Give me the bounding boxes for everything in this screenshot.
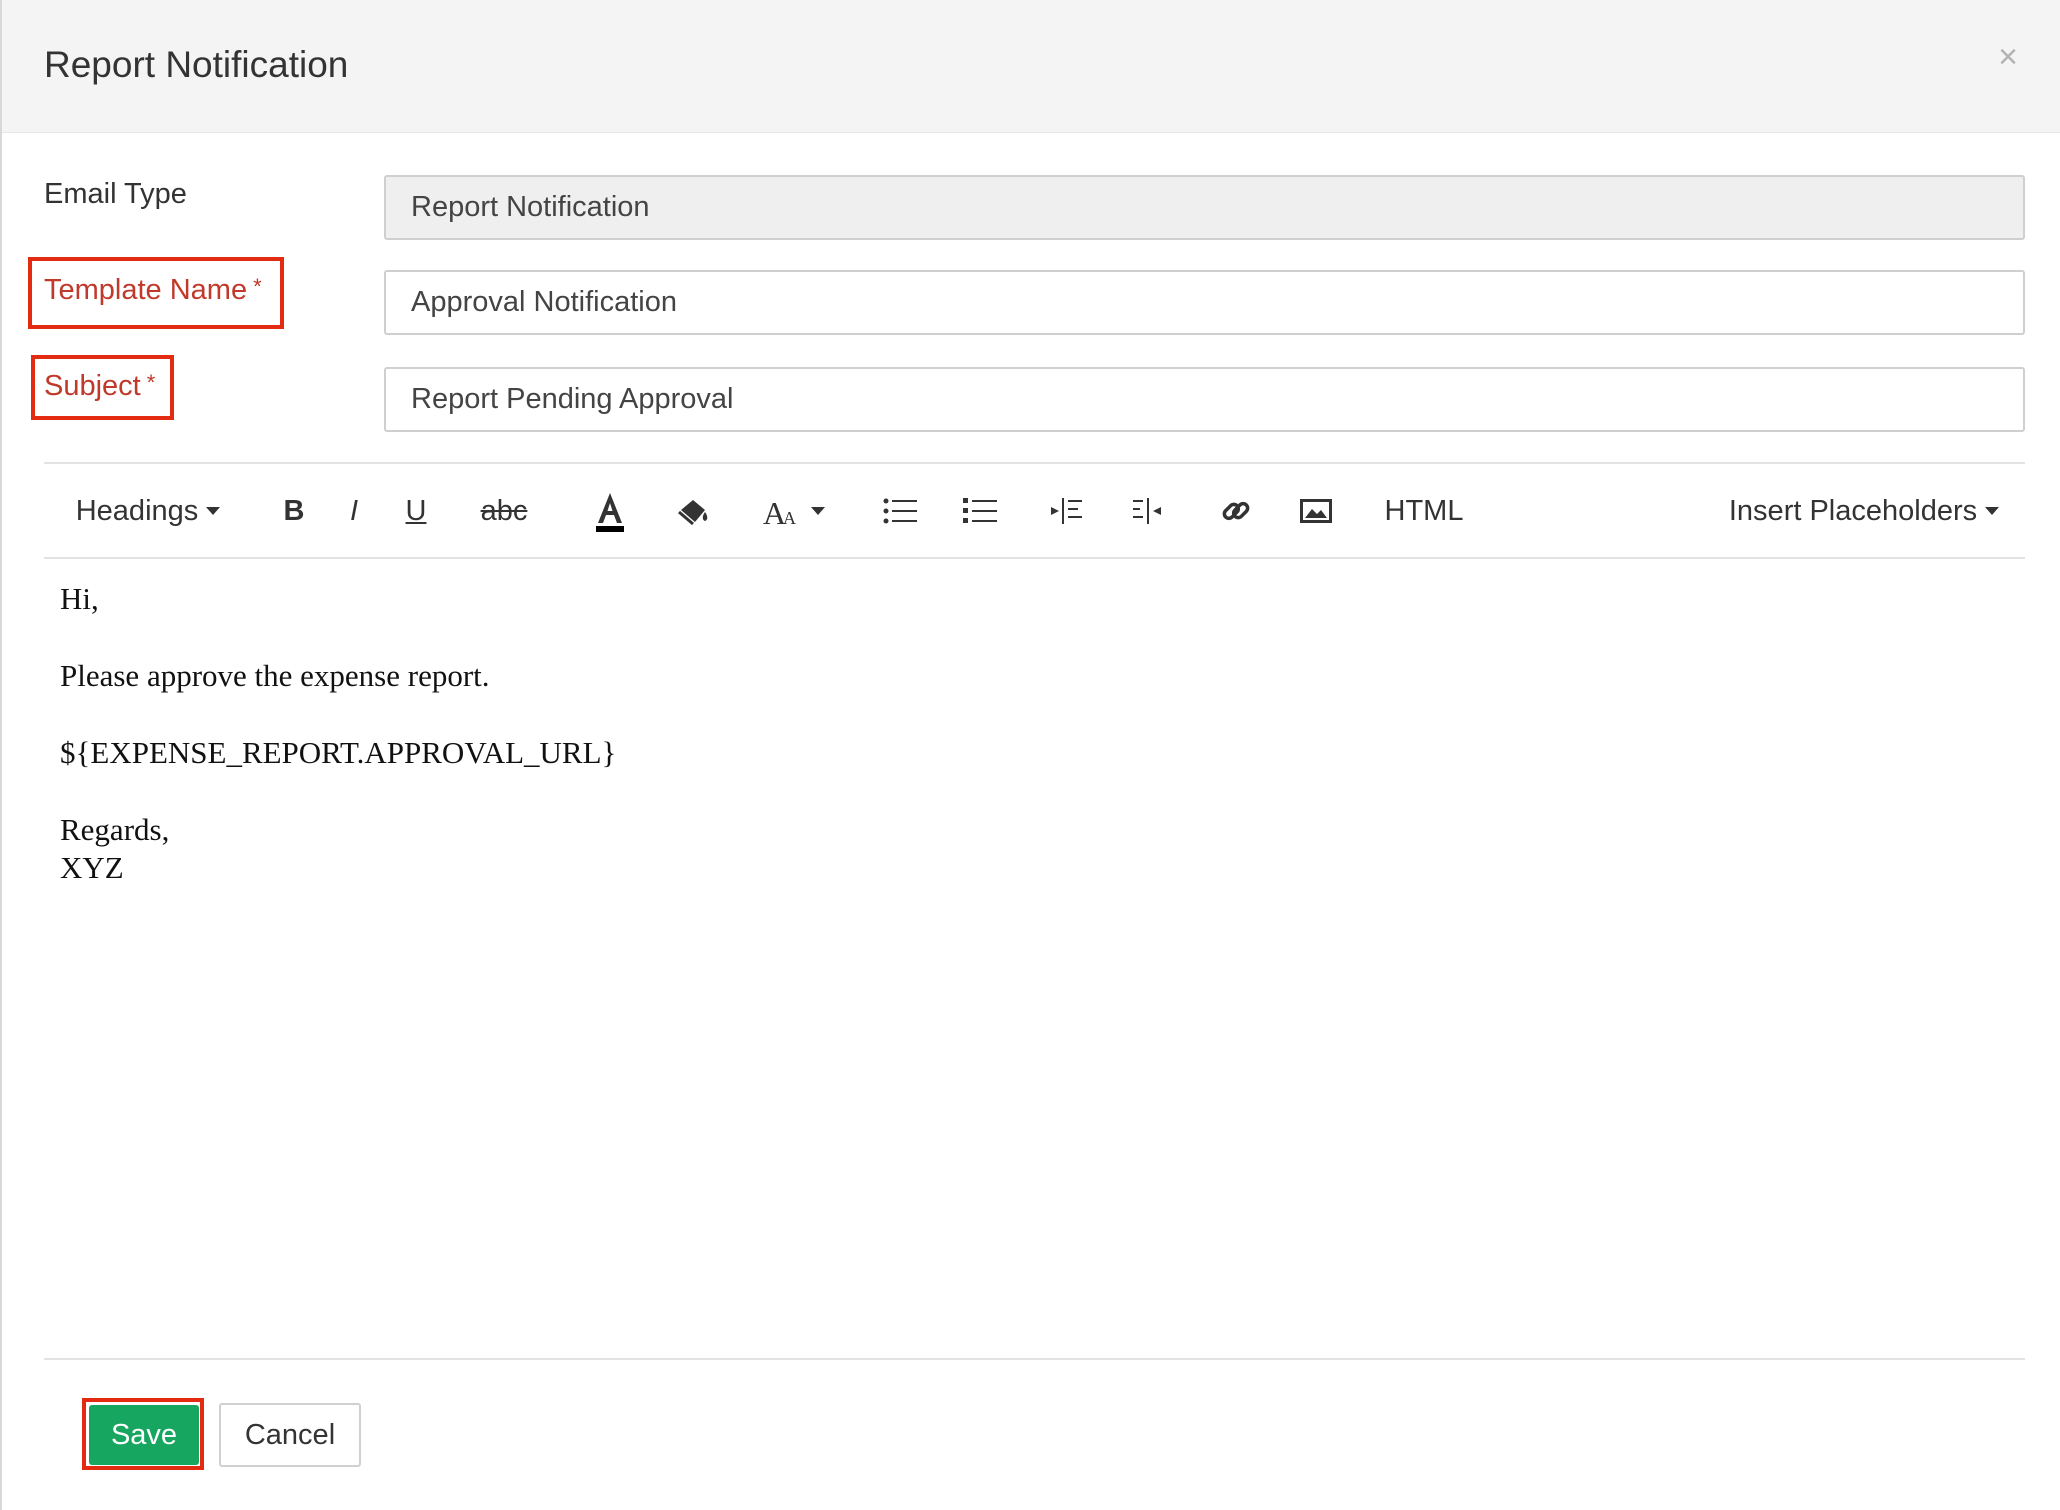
- chevron-down-icon: [206, 507, 221, 515]
- numbered-list-icon[interactable]: [950, 464, 1010, 558]
- template-name-input[interactable]: Approval Notification: [384, 270, 2025, 335]
- template-name-label-text: Template Name: [44, 274, 248, 306]
- body-line: ${EXPENSE_REPORT.APPROVAL_URL}: [60, 735, 617, 770]
- body-line: Regards,: [60, 812, 170, 847]
- underline-button[interactable]: U: [391, 464, 441, 558]
- strikethrough-button[interactable]: abc: [464, 464, 544, 558]
- required-asterisk: *: [253, 274, 262, 299]
- font-color-icon[interactable]: [580, 464, 640, 558]
- modal-header: Report Notification ×: [2, 0, 2060, 133]
- font-size-icon[interactable]: AA: [754, 464, 834, 558]
- close-icon[interactable]: ×: [1998, 38, 2018, 77]
- indent-icon[interactable]: [1038, 464, 1098, 558]
- chevron-down-icon: [811, 507, 825, 515]
- html-button[interactable]: HTML: [1374, 464, 1474, 558]
- italic-button[interactable]: I: [329, 464, 379, 558]
- email-type-label: Email Type: [44, 178, 187, 210]
- svg-text:A: A: [783, 508, 796, 528]
- save-button[interactable]: Save: [89, 1405, 199, 1465]
- body-line: XYZ: [60, 850, 124, 885]
- toolbar-bottom-divider: [44, 557, 2025, 559]
- required-asterisk: *: [146, 370, 156, 395]
- body-line: Please approve the expense report.: [60, 658, 490, 693]
- bulleted-list-icon[interactable]: [870, 464, 930, 558]
- modal-title: Report Notification: [44, 44, 349, 85]
- insert-placeholders-label: Insert Placeholders: [1728, 494, 1978, 527]
- template-name-label: Template Name *: [44, 274, 262, 307]
- email-body-editor[interactable]: Hi, Please approve the expense report. $…: [60, 580, 2010, 1340]
- headings-label: Headings: [75, 494, 199, 527]
- cancel-button[interactable]: Cancel: [219, 1403, 361, 1467]
- outdent-icon[interactable]: [1120, 464, 1180, 558]
- body-line: Hi,: [60, 581, 99, 616]
- headings-dropdown[interactable]: Headings: [68, 464, 228, 558]
- subject-input[interactable]: Report Pending Approval: [384, 367, 2025, 432]
- link-icon[interactable]: [1206, 464, 1266, 558]
- email-type-field: Report Notification: [384, 175, 2025, 240]
- insert-placeholders-dropdown[interactable]: Insert Placeholders: [1714, 464, 2014, 558]
- chevron-down-icon: [1985, 507, 2000, 515]
- footer-divider: [44, 1358, 2025, 1360]
- highlight-icon[interactable]: [664, 464, 724, 558]
- subject-label-text: Subject: [44, 370, 141, 402]
- subject-label: Subject *: [44, 370, 155, 403]
- editor-toolbar: Headings B I U abc AA HTML Insert Placeh…: [44, 464, 2025, 558]
- image-icon[interactable]: [1286, 464, 1346, 558]
- report-notification-modal: Report Notification × Email Type Report …: [0, 0, 2060, 1510]
- bold-button[interactable]: B: [269, 464, 319, 558]
